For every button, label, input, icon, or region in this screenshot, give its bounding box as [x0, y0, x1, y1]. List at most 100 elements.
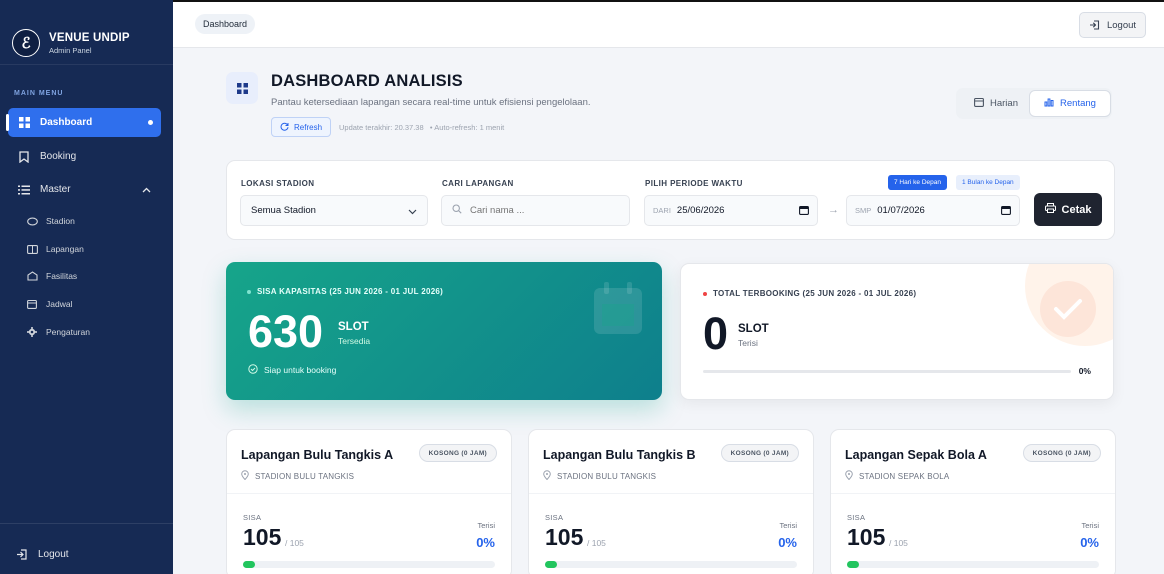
logout-label: Logout [1106, 19, 1137, 31]
refresh-icon [280, 122, 289, 133]
court-progress-fill [847, 561, 859, 568]
sisa-total: / 105 [889, 538, 908, 548]
brand-title: VENUE UNDIP [49, 31, 130, 44]
sidebar-divider [0, 523, 173, 524]
court-name: Lapangan Bulu Tangkis B [543, 448, 696, 462]
sidebar-subitem-pengaturan[interactable]: Pengaturan [26, 326, 90, 338]
calendar-decor-icon [592, 280, 644, 341]
facility-icon [26, 270, 38, 282]
menu-title: MAIN MENU [14, 90, 64, 97]
tab-label: Rentang [1060, 98, 1096, 109]
court-progress [243, 561, 495, 568]
refresh-button[interactable]: Refresh [271, 117, 332, 137]
sisa-sub: Tersedia [338, 336, 371, 346]
date-from-field[interactable]: DARI 25/06/2026 [644, 195, 818, 226]
periode-label: PILIH PERIODE WAKTU [645, 179, 743, 188]
court-progress [847, 561, 1099, 568]
court-location-text: STADION SEPAK BOLA [859, 471, 950, 481]
last-update: Update terakhir: 20.37.38 [339, 123, 424, 132]
search-field[interactable] [441, 195, 630, 226]
terisi-label: Terisi [477, 521, 495, 530]
bookmark-icon [18, 150, 30, 163]
status-dot [247, 289, 251, 294]
brand-subtitle: Admin Panel [49, 45, 92, 55]
court-location: STADION BULU TANGKIS [543, 470, 656, 482]
logout-icon [1089, 19, 1101, 31]
sidebar-subitem-stadion[interactable]: Stadion [26, 215, 75, 227]
page-description: Pantau ketersediaan lapangan secara real… [271, 97, 591, 108]
brand[interactable]: ℰ VENUE UNDIP Admin Panel [0, 0, 173, 65]
chip-7-hari[interactable]: 7 Hari ke Depan [888, 175, 947, 190]
date-to-field[interactable]: SMP 01/07/2026 [846, 195, 1020, 226]
logout-icon [16, 548, 28, 560]
view-toggle: Harian Rentang [956, 88, 1112, 119]
search-input[interactable] [470, 205, 620, 216]
sisa-value: 105 [243, 524, 282, 550]
sidebar-subitem-label: Stadion [46, 216, 75, 226]
brand-logo-icon: ℰ [12, 29, 40, 57]
search-icon [452, 204, 462, 217]
booked-percent: 0% [1078, 366, 1091, 376]
sidebar-item-master[interactable]: Master [8, 175, 161, 204]
court-location-text: STADION BULU TANGKIS [557, 471, 657, 481]
check-circle-icon [248, 364, 258, 376]
booked-sub: Terisi [738, 338, 758, 348]
court-card[interactable]: Lapangan Bulu Tangkis A KOSONG (0 JAM) S… [226, 429, 512, 574]
booked-value: 0 [703, 308, 729, 359]
lokasi-label: LOKASI STADION [241, 179, 315, 188]
cetak-label: Cetak [1061, 203, 1092, 216]
breadcrumb[interactable]: Dashboard [195, 14, 256, 34]
sidebar-subitem-jadwal[interactable]: Jadwal [26, 298, 72, 310]
auto-refresh-info: • Auto-refresh: 1 menit [429, 123, 505, 132]
sidebar: ℰ VENUE UNDIP Admin Panel MAIN MENU Dash… [0, 0, 173, 574]
sisa-value: 630 [248, 306, 324, 357]
total-terbooking-card: TOTAL TERBOOKING (25 JUN 2026 - 01 JUL 2… [680, 263, 1114, 400]
court-name: Lapangan Bulu Tangkis A [241, 448, 394, 462]
update-status: Update terakhir: 20.37.38 • Auto-refresh… [339, 123, 504, 132]
date-from-prefix: DARI [653, 206, 671, 215]
tab-rentang[interactable]: Rentang [1029, 90, 1111, 117]
court-location: STADION BULU TANGKIS [241, 470, 354, 482]
calendar-icon [1001, 205, 1011, 218]
cari-label: CARI LAPANGAN [442, 179, 514, 188]
sidebar-logout-button[interactable]: Logout [16, 548, 69, 560]
terisi-label: Terisi [1081, 521, 1099, 530]
topbar: Dashboard Logout [173, 0, 1164, 48]
sisa-label: SISA [243, 513, 262, 522]
sidebar-subitem-fasilitas[interactable]: Fasilitas [26, 270, 77, 282]
arrow-right-icon: → [828, 204, 839, 216]
tab-harian[interactable]: Harian [962, 90, 1030, 117]
lokasi-select[interactable]: Semua Stadion [240, 195, 428, 226]
court-card[interactable]: Lapangan Sepak Bola A KOSONG (0 JAM) STA… [830, 429, 1116, 574]
dashboard-grid-icon [226, 72, 258, 104]
terisi-value: 0% [1080, 535, 1099, 550]
sisa-value: 105 [545, 524, 584, 550]
calendar-icon [799, 205, 809, 218]
court-progress [545, 561, 797, 568]
chip-1-bulan[interactable]: 1 Bulan ke Depan [956, 175, 1020, 190]
status-badge: KOSONG (0 JAM) [418, 444, 497, 462]
sisa-label: SISA [847, 513, 866, 522]
list-icon [18, 184, 30, 196]
chevron-down-icon [408, 207, 417, 218]
sisa-note: Siap untuk booking [248, 364, 336, 376]
sisa-total: / 105 [285, 538, 304, 548]
sidebar-item-booking[interactable]: Booking [8, 142, 161, 171]
lokasi-value: Semua Stadion [251, 205, 316, 216]
booked-progress [703, 370, 1071, 373]
sidebar-subitem-label: Fasilitas [46, 271, 78, 281]
sidebar-subitem-lapangan[interactable]: Lapangan [26, 243, 84, 255]
active-dot [148, 120, 153, 125]
sidebar-item-label: Master [40, 184, 71, 195]
sisa-value: 105 [847, 524, 886, 550]
sidebar-item-label: Booking [40, 151, 77, 162]
pin-icon [241, 470, 249, 482]
date-to-prefix: SMP [855, 206, 872, 215]
pin-icon [845, 470, 853, 482]
court-card[interactable]: Lapangan Bulu Tangkis B KOSONG (0 JAM) S… [528, 429, 814, 574]
sisa-unit: SLOT [338, 321, 369, 333]
sidebar-item-dashboard[interactable]: Dashboard [6, 108, 161, 137]
logout-button[interactable]: Logout [1079, 12, 1146, 38]
printer-icon [1044, 203, 1056, 216]
cetak-button[interactable]: Cetak [1034, 193, 1102, 226]
